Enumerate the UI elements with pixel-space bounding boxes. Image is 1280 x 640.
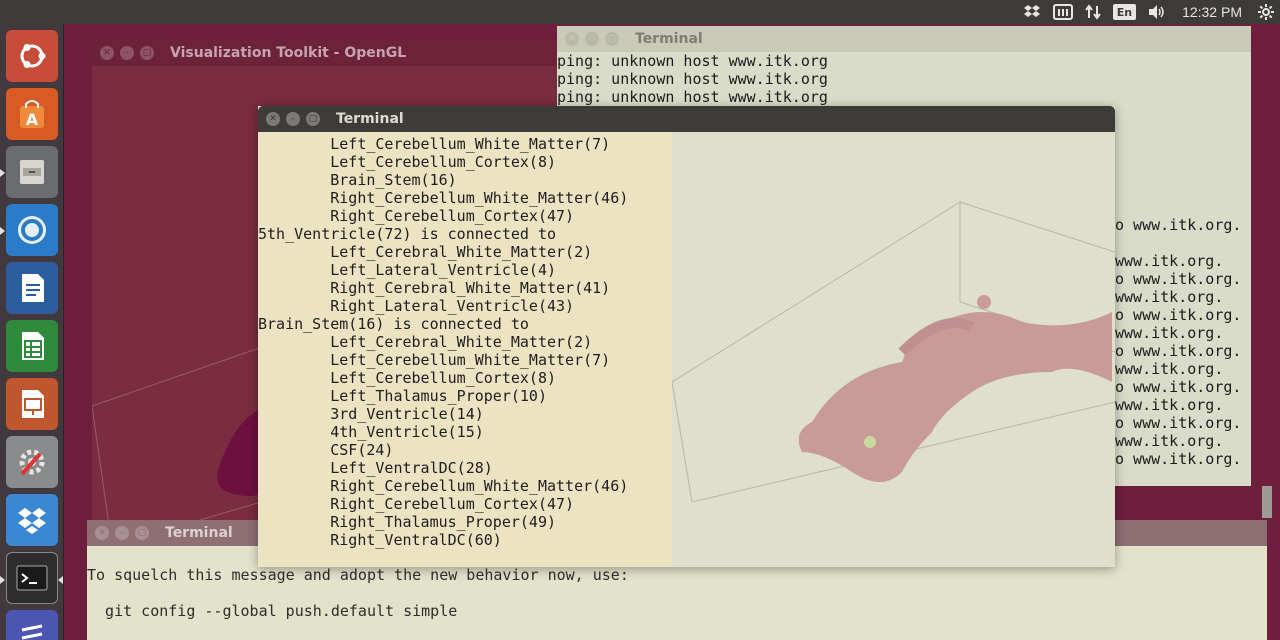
- terminal-line: www.itk.org.: [1115, 252, 1224, 270]
- terminal-line: o www.itk.org.: [1115, 414, 1242, 432]
- terminal-line: o www.itk.org.: [1115, 270, 1242, 288]
- terminal-titlebar[interactable]: ✕ – ▢ Terminal: [557, 26, 1251, 52]
- terminal-line: www.itk.org.: [1115, 396, 1224, 414]
- running-indicator: [0, 576, 5, 584]
- keyboard-language-indicator[interactable]: En: [1112, 4, 1137, 20]
- window-title: Terminal: [635, 31, 703, 47]
- terminal-line: To squelch this message and adopt the ne…: [87, 566, 629, 584]
- top-panel: En 12:32 PM: [0, 0, 1280, 24]
- svg-text:A: A: [26, 110, 39, 129]
- terminal-window-main[interactable]: ✕ – ▢ Terminal Left_Cerebellum_White_Mat…: [258, 106, 1115, 567]
- volume-icon[interactable]: [1142, 0, 1172, 24]
- close-button[interactable]: ✕: [95, 526, 109, 540]
- terminal-line: Right_Cerebellum_Cortex(47): [258, 495, 575, 513]
- chromium-icon[interactable]: [6, 204, 58, 256]
- window-title: Terminal: [165, 525, 233, 541]
- terminal-line: ping: unknown host www.itk.org: [557, 70, 828, 88]
- scrollbar[interactable]: [1262, 486, 1272, 518]
- dropbox-icon[interactable]: [6, 494, 58, 546]
- terminal-line: 3rd_Ventricle(14): [258, 405, 484, 423]
- terminal-output[interactable]: Left_Cerebellum_White_Matter(7) Left_Cer…: [258, 135, 1115, 567]
- terminal-line: o www.itk.org.: [1115, 342, 1242, 360]
- terminal-line: Left_Lateral_Ventricle(4): [258, 261, 557, 279]
- terminal-line: ping: unknown host www.itk.org: [557, 52, 828, 70]
- minimize-button[interactable]: –: [120, 46, 134, 60]
- terminal-line: o www.itk.org.: [1115, 450, 1242, 468]
- terminal-line: Left_Thalamus_Proper(10): [258, 387, 547, 405]
- close-button[interactable]: ✕: [565, 32, 579, 46]
- terminal-icon[interactable]: [6, 552, 58, 604]
- terminal-line: 4th_Ventricle(15): [258, 423, 484, 441]
- minimize-button[interactable]: –: [585, 32, 599, 46]
- terminal-line: Left_Cerebral_White_Matter(2): [258, 243, 593, 261]
- maximize-button[interactable]: ▢: [135, 526, 149, 540]
- more-app-icon[interactable]: [6, 610, 58, 640]
- network-updown-icon[interactable]: [1079, 0, 1107, 24]
- dropbox-tray-icon[interactable]: [1017, 0, 1047, 24]
- terminal-line: Brain_Stem(16) is connected to: [258, 315, 529, 333]
- terminal-line: www.itk.org.: [1115, 432, 1224, 450]
- terminal-line: www.itk.org.: [1115, 324, 1224, 342]
- terminal-line: Left_Cerebellum_Cortex(8): [258, 369, 557, 387]
- close-button[interactable]: ✕: [100, 46, 114, 60]
- minimize-button[interactable]: –: [115, 526, 129, 540]
- files-icon[interactable]: [6, 146, 58, 198]
- clock[interactable]: 12:32 PM: [1172, 0, 1252, 24]
- terminal-line: o www.itk.org.: [1115, 378, 1242, 396]
- terminal-line: 5th_Ventricle(72) is connected to: [258, 225, 557, 243]
- impress-icon[interactable]: [6, 378, 58, 430]
- terminal-line: Left_Cerebellum_Cortex(8): [258, 153, 557, 171]
- calc-icon[interactable]: [6, 320, 58, 372]
- system-tray: En 12:32 PM: [1017, 0, 1280, 24]
- focused-indicator: [58, 576, 63, 584]
- maximize-button[interactable]: ▢: [306, 112, 320, 126]
- terminal-line: ping: unknown host www.itk.org: [557, 88, 828, 106]
- software-center-icon[interactable]: A: [6, 88, 58, 140]
- terminal-line: Right_Cerebellum_Cortex(47): [258, 207, 575, 225]
- running-indicator: [0, 227, 5, 235]
- running-indicator: [0, 169, 5, 177]
- terminal-line: o www.itk.org.: [1115, 216, 1242, 234]
- terminal-line: Left_Cerebral_White_Matter(2): [258, 333, 593, 351]
- window-title: Visualization Toolkit - OpenGL: [170, 45, 407, 61]
- terminal-line: Right_Cerebellum_White_Matter(46): [258, 477, 629, 495]
- close-button[interactable]: ✕: [266, 112, 280, 126]
- terminal-line: www.itk.org.: [1115, 360, 1224, 378]
- maximize-button[interactable]: ▢: [140, 46, 154, 60]
- terminal-line: git config --global push.default simple: [87, 602, 458, 620]
- terminal-line: Right_Thalamus_Proper(49): [258, 513, 557, 531]
- terminal-line: www.itk.org.: [1115, 288, 1224, 306]
- terminal-output-tail: o www.itk.org. www.itk.org. o www.itk.org…: [1115, 216, 1241, 468]
- terminal-line: Right_Lateral_Ventricle(43): [258, 297, 575, 315]
- gear-icon[interactable]: [1252, 0, 1280, 24]
- window-title: Terminal: [336, 111, 404, 127]
- launcher: A: [0, 24, 64, 640]
- terminal-line: Left_VentralDC(28): [258, 459, 493, 477]
- terminal-line: Left_Cerebellum_White_Matter(7): [258, 135, 611, 153]
- terminal-titlebar[interactable]: ✕ – ▢ Terminal: [258, 106, 1115, 132]
- terminal-line: Left_Cerebellum_White_Matter(7): [258, 351, 611, 369]
- minimize-button[interactable]: –: [286, 112, 300, 126]
- terminal-line: CSF(24): [258, 441, 394, 459]
- maximize-button[interactable]: ▢: [605, 32, 619, 46]
- vtk-titlebar[interactable]: ✕ – ▢ Visualization Toolkit - OpenGL: [92, 40, 612, 66]
- terminal-line: o www.itk.org.: [1115, 306, 1242, 324]
- terminal-line: Right_VentralDC(60): [258, 531, 502, 549]
- terminal-output[interactable]: To squelch this message and adopt the ne…: [87, 566, 1267, 640]
- terminal-line: Right_Cerebral_White_Matter(41): [258, 279, 611, 297]
- keyboard-tray-icon[interactable]: [1047, 0, 1079, 24]
- ubuntu-dash-icon[interactable]: [6, 30, 58, 82]
- system-settings-icon[interactable]: [6, 436, 58, 488]
- writer-icon[interactable]: [6, 262, 58, 314]
- terminal-line: Right_Cerebellum_White_Matter(46): [258, 189, 629, 207]
- terminal-line: Brain_Stem(16): [258, 171, 457, 189]
